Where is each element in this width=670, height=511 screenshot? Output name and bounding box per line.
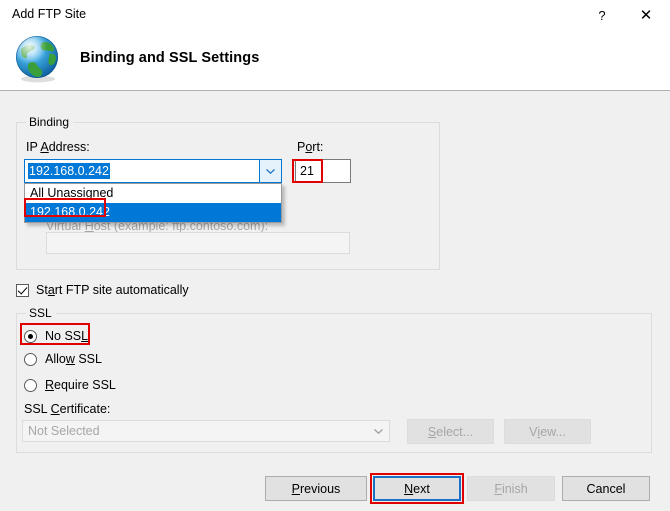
- page-title: Binding and SSL Settings: [80, 50, 259, 66]
- radio-no-ssl[interactable]: No SSL: [24, 327, 88, 345]
- next-button[interactable]: Next: [373, 476, 461, 501]
- radio-dot-icon[interactable]: [24, 353, 37, 366]
- list-item[interactable]: 192.168.0.242: [25, 203, 281, 222]
- list-item[interactable]: All Unassigned: [25, 184, 281, 203]
- chevron-down-icon[interactable]: [259, 160, 281, 182]
- binding-group-legend: Binding: [26, 115, 73, 129]
- close-icon[interactable]: ✕: [629, 0, 663, 30]
- globe-icon: [14, 34, 64, 84]
- finish-button: Finish: [467, 476, 555, 501]
- virtual-host-input: [46, 232, 350, 254]
- radio-require-ssl-label: Require SSL: [45, 378, 116, 392]
- ssl-group-legend: SSL: [26, 306, 56, 320]
- title-bar: Add FTP Site ? ✕: [0, 0, 670, 30]
- radio-no-ssl-label: No SSL: [45, 329, 88, 343]
- ip-address-value: 192.168.0.242: [28, 163, 110, 179]
- start-ftp-automatically-checkbox[interactable]: Start FTP site automatically: [16, 281, 189, 299]
- radio-allow-ssl[interactable]: Allow SSL: [24, 350, 102, 368]
- radio-dot-icon[interactable]: [24, 379, 37, 392]
- ssl-certificate-combobox: Not Selected: [22, 420, 390, 442]
- ip-address-dropdown-list[interactable]: All Unassigned 192.168.0.242: [24, 183, 282, 223]
- port-value: 21: [300, 163, 314, 179]
- ssl-certificate-value: Not Selected: [28, 424, 100, 439]
- select-certificate-button: Select...: [407, 419, 494, 444]
- help-icon[interactable]: ?: [585, 0, 619, 30]
- ssl-certificate-label: SSL Certificate:: [24, 402, 110, 416]
- dialog-header: Binding and SSL Settings: [0, 30, 670, 91]
- view-certificate-button: View...: [504, 419, 591, 444]
- start-ftp-automatically-label: Start FTP site automatically: [36, 283, 189, 297]
- checkbox-check-icon[interactable]: [16, 284, 29, 297]
- previous-button[interactable]: Previous: [265, 476, 367, 501]
- window-title: Add FTP Site: [12, 7, 86, 21]
- radio-dot-icon[interactable]: [24, 330, 37, 343]
- cancel-button[interactable]: Cancel: [562, 476, 650, 501]
- ip-address-combobox[interactable]: 192.168.0.242: [24, 159, 282, 183]
- radio-require-ssl[interactable]: Require SSL: [24, 376, 116, 394]
- port-input[interactable]: 21: [295, 159, 351, 183]
- chevron-down-icon: [368, 422, 388, 440]
- ip-address-label: IP Address:: [26, 140, 90, 154]
- port-label: Port:: [297, 140, 323, 154]
- radio-allow-ssl-label: Allow SSL: [45, 352, 102, 366]
